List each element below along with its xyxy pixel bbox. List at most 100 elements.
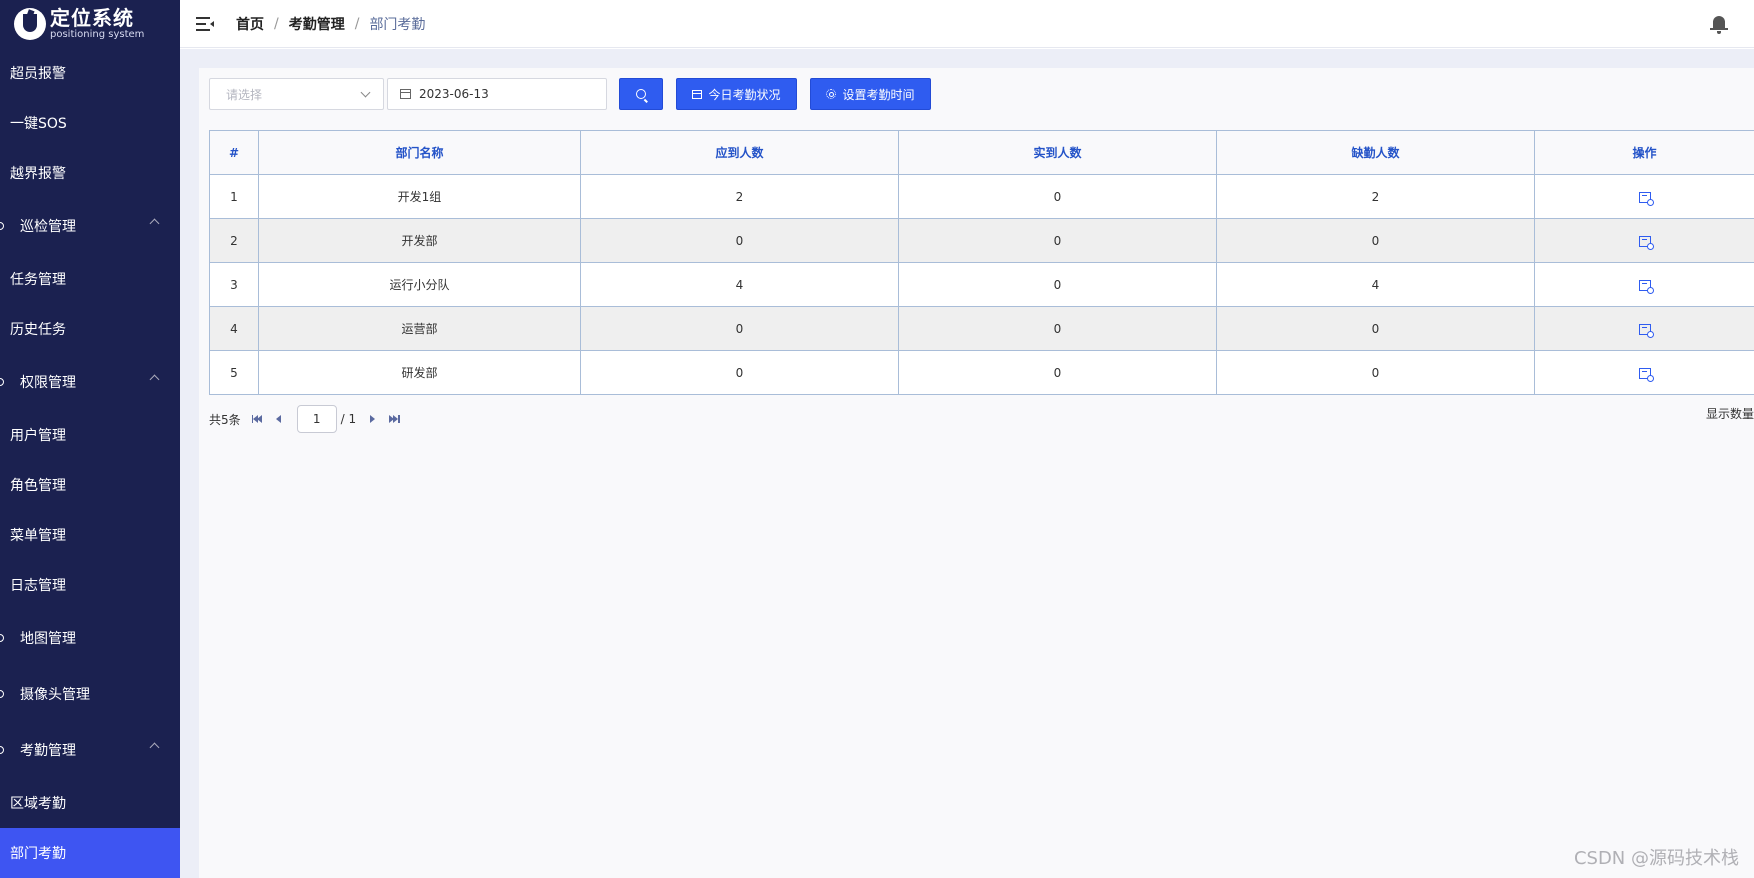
view-detail-icon[interactable] — [1638, 191, 1654, 206]
sidebar-item-15[interactable]: 部门考勤 — [0, 828, 180, 878]
app-logo[interactable]: 定位系统 positioning system — [0, 0, 180, 48]
calendar-icon — [400, 89, 411, 99]
action-cell — [1534, 306, 1754, 351]
sidebar-item-label: 区域考勤 — [10, 796, 66, 812]
sidebar-item-4[interactable]: 任务管理 — [0, 254, 180, 304]
table-row: 2 开发部 0 0 0 — [209, 218, 1754, 263]
last-page-icon[interactable] — [388, 413, 400, 425]
action-cell — [1534, 218, 1754, 263]
table-cell: 开发1组 — [258, 174, 581, 219]
view-detail-icon[interactable] — [1638, 323, 1654, 338]
table-cell: 0 — [898, 262, 1217, 307]
breadcrumb-home[interactable]: 首页 — [236, 14, 264, 34]
breadcrumb-separator: / — [354, 15, 360, 32]
bell-icon[interactable] — [1710, 14, 1728, 34]
sidebar-item-label: 角色管理 — [10, 478, 66, 494]
sidebar-item-12[interactable]: 摄像头管理 — [0, 666, 180, 722]
today-attendance-button[interactable]: 今日考勤状况 — [676, 78, 797, 110]
department-select[interactable]: 请选择 — [209, 78, 384, 110]
table-cell: 0 — [898, 350, 1217, 395]
chevron-up-icon — [149, 742, 160, 753]
menu-toggle-icon[interactable] — [196, 16, 214, 31]
first-page-icon[interactable] — [251, 413, 263, 425]
action-cell — [1534, 350, 1754, 395]
table-cell: 4 — [209, 306, 259, 351]
table-cell: 0 — [580, 350, 899, 395]
table-header-row: # 部门名称 应到人数 实到人数 缺勤人数 操作 — [209, 130, 1754, 175]
table-cell: 5 — [209, 350, 259, 395]
app-title: 定位系统 — [50, 6, 134, 30]
chevron-up-icon — [149, 218, 160, 229]
next-page-icon[interactable] — [366, 413, 378, 425]
column-header: 实到人数 — [898, 130, 1217, 175]
table-row: 5 研发部 0 0 0 — [209, 350, 1754, 395]
sidebar-item-0[interactable]: 超员报警 — [0, 48, 180, 98]
sidebar-item-9[interactable]: 菜单管理 — [0, 510, 180, 560]
breadcrumb-attendance[interactable]: 考勤管理 — [289, 14, 345, 34]
filter-bar: 请选择 2023-06-13 今日考勤状况 设置考勤时间 — [209, 78, 931, 110]
search-button[interactable] — [619, 78, 663, 110]
sidebar-item-label: 越界报警 — [10, 166, 66, 182]
sidebar-item-13[interactable]: 考勤管理 — [0, 722, 180, 778]
breadcrumb: 首页 / 考勤管理 / 部门考勤 — [236, 14, 425, 34]
sidebar-item-label: 巡检管理 — [20, 219, 76, 235]
sidebar-item-8[interactable]: 角色管理 — [0, 460, 180, 510]
breadcrumb-separator: / — [274, 15, 279, 32]
sidebar-item-3[interactable]: 巡检管理 — [0, 198, 180, 254]
sidebar-item-11[interactable]: 地图管理 — [0, 610, 180, 666]
attendance-table: # 部门名称 应到人数 实到人数 缺勤人数 操作 1 开发1组 2 0 2 2 开发部 0 0 0 3 运行小分… — [209, 130, 1754, 395]
sidebar-item-6[interactable]: 权限管理 — [0, 354, 180, 410]
view-detail-icon[interactable] — [1638, 367, 1654, 382]
view-detail-icon[interactable] — [1638, 235, 1654, 250]
prev-page-icon[interactable] — [273, 413, 285, 425]
sidebar-item-7[interactable]: 用户管理 — [0, 410, 180, 460]
sidebar: 定位系统 positioning system 超员报警一键SOS 越界报警巡检管… — [0, 0, 180, 878]
table-cell: 0 — [580, 306, 899, 351]
calendar-icon — [692, 89, 703, 99]
view-detail-icon[interactable] — [1638, 279, 1654, 294]
page-number-input[interactable]: 1 — [296, 405, 337, 433]
sidebar-item-14[interactable]: 区域考勤 — [0, 778, 180, 828]
menu-group-icon — [0, 746, 4, 754]
table-row: 4 运营部 0 0 0 — [209, 306, 1754, 351]
sidebar-item-label: 地图管理 — [20, 631, 76, 647]
table-cell: 0 — [898, 218, 1217, 263]
today-attendance-label: 今日考勤状况 — [708, 87, 781, 102]
sidebar-item-label: 一键SOS — [10, 116, 67, 132]
search-icon — [636, 89, 646, 99]
table-cell: 运营部 — [258, 306, 581, 351]
table-cell: 4 — [1216, 262, 1535, 307]
action-cell — [1534, 262, 1754, 307]
table-cell: 2 — [1216, 174, 1535, 219]
chevron-up-icon — [149, 374, 160, 385]
sidebar-item-label: 超员报警 — [10, 66, 66, 82]
page-size-label[interactable]: 显示数量 — [1706, 405, 1754, 422]
table-cell: 0 — [898, 174, 1217, 219]
sidebar-item-2[interactable]: 越界报警 — [0, 148, 180, 198]
table-row: 1 开发1组 2 0 2 — [209, 174, 1754, 219]
table-cell: 2 — [580, 174, 899, 219]
app-subtitle: positioning system — [50, 29, 145, 40]
table-cell: 运行小分队 — [258, 262, 581, 307]
table-cell: 研发部 — [258, 350, 581, 395]
set-attendance-time-button[interactable]: 设置考勤时间 — [810, 78, 931, 110]
sidebar-item-1[interactable]: 一键SOS — [0, 98, 180, 148]
select-placeholder: 请选择 — [226, 87, 263, 102]
column-header: # — [209, 130, 259, 175]
breadcrumb-current: 部门考勤 — [369, 16, 426, 33]
content-panel: 请选择 2023-06-13 今日考勤状况 设置考勤时间 # 部门名称 应到人数… — [199, 68, 1754, 878]
table-cell: 0 — [1216, 350, 1535, 395]
total-count: 共5条 — [209, 412, 241, 427]
sidebar-item-label: 用户管理 — [10, 428, 66, 444]
date-picker[interactable]: 2023-06-13 — [387, 78, 607, 110]
column-header: 操作 — [1534, 130, 1754, 175]
table-cell: 0 — [898, 306, 1217, 351]
set-attendance-time-label: 设置考勤时间 — [842, 87, 915, 102]
attendance-table-wrap: # 部门名称 应到人数 实到人数 缺勤人数 操作 1 开发1组 2 0 2 2 开发部 0 0 0 3 运行小分… — [209, 130, 1754, 395]
table-cell: 开发部 — [258, 218, 581, 263]
table-cell: 0 — [1216, 306, 1535, 351]
gear-icon — [826, 89, 837, 99]
table-row: 3 运行小分队 4 0 4 — [209, 262, 1754, 307]
sidebar-item-10[interactable]: 日志管理 — [0, 560, 180, 610]
sidebar-item-5[interactable]: 历史任务 — [0, 304, 180, 354]
